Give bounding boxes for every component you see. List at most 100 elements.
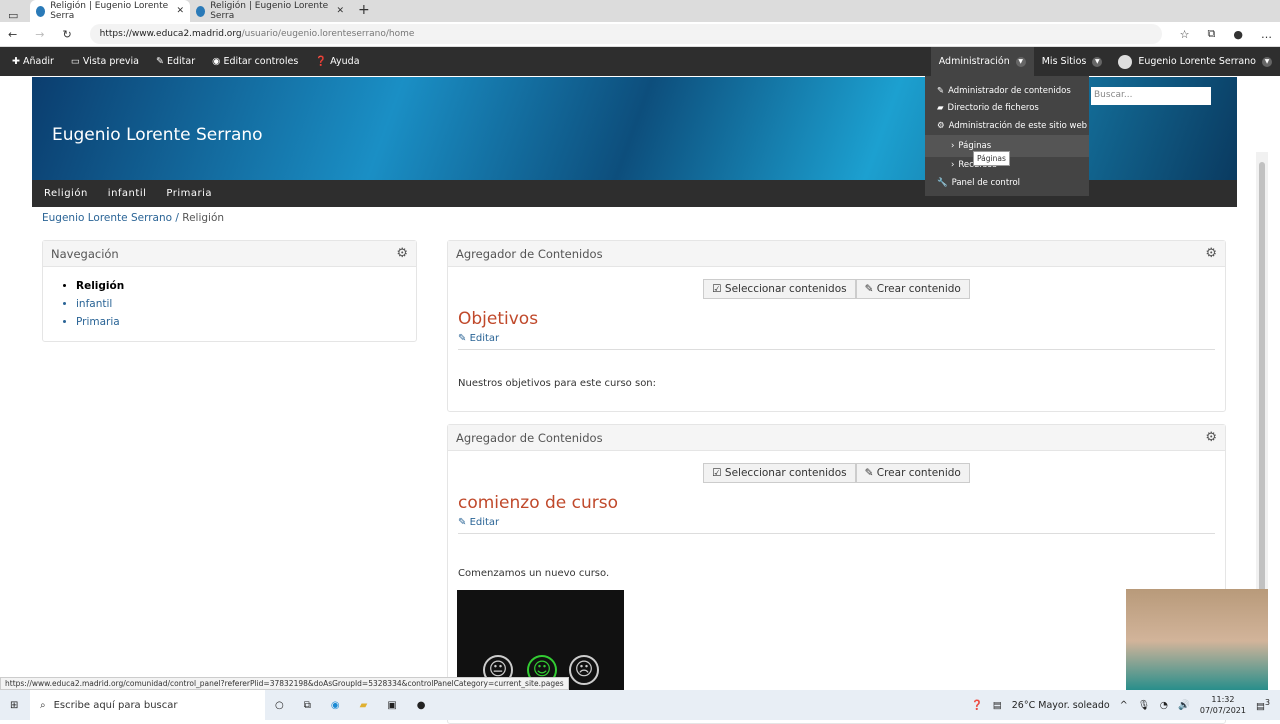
avatar [1118,54,1133,69]
gear-icon[interactable]: ⚙ [396,246,408,261]
menu-label: Páginas [958,140,992,151]
browser-tab[interactable]: Religión | Eugenio Lorente Serra ✕ [190,0,350,22]
select-label: Seleccionar contenidos [724,283,847,295]
nav-item-infantil[interactable]: infantil [108,188,147,199]
tab-bar: ▭ Religión | Eugenio Lorente Serra ✕ Reli… [0,0,1280,22]
tab-title: Religión | Eugenio Lorente Serra [50,1,169,21]
portlet-title: Agregador de Contenidos [456,246,603,261]
weather-text[interactable]: 26°C Mayor. soleado [1012,700,1110,711]
caret-down-icon: ▼ [1262,56,1272,67]
create-label: Crear contenido [876,283,961,295]
notifications-icon[interactable]: ▤3 [1256,698,1270,712]
create-content-button[interactable]: ✎ Crear contenido [855,279,970,299]
new-tab-icon[interactable]: + [350,2,378,22]
url-input[interactable]: https://www.educa2.madrid.org/usuario/eu… [89,24,1162,44]
create-content-button[interactable]: ✎ Crear contenido [855,463,970,483]
tab-actions-icon[interactable]: ▭ [8,9,30,22]
weather-icon[interactable]: ▤ [993,700,1002,711]
url-domain: https://www.educa2.madrid.org [99,29,242,39]
collections-icon[interactable]: ⧉ [1208,27,1216,41]
menu-label: Administración de este sitio web [948,120,1088,131]
add-label: Añadir [22,56,54,67]
taskbar: ⊞ ⌕ Escribe aquí para buscar ○ ⧉ ◉ ▰ ▣ ●… [0,690,1280,720]
close-tab-icon[interactable]: ✕ [176,6,184,16]
administration-menu[interactable]: Administración ▼ [930,47,1034,76]
file-explorer-icon[interactable]: ▰ [360,700,368,711]
app-icon[interactable]: ▣ [387,700,396,711]
search-input[interactable]: Buscar... [1091,87,1211,105]
menu-item-site-admin[interactable]: ⚙ Administración de este sitio web [925,117,1089,135]
navigation-portlet: Navegación ⚙ Religión infantil Primaria [42,240,417,342]
caret-down-icon: ▼ [1015,56,1026,67]
taskbar-search[interactable]: ⌕ Escribe aquí para buscar [30,690,265,720]
administration-label: Administración [938,56,1010,67]
create-label: Crear contenido [876,467,961,479]
scrollbar[interactable] [1256,152,1268,660]
menu-item-file-directory[interactable]: ▰ Directorio de ficheros [925,100,1089,118]
edge-icon[interactable]: ◉ [331,700,340,711]
breadcrumb: Eugenio Lorente Serrano / Religión [42,212,225,224]
edit-controls-label: Editar controles [223,56,299,67]
webcam-overlay [1126,589,1268,693]
gear-icon[interactable]: ⚙ [1205,246,1217,261]
preview-label: Vista previa [82,56,140,67]
breadcrumb-current: Religión [182,212,225,224]
nav-item-religion[interactable]: Religión [44,188,88,199]
gear-icon[interactable]: ⚙ [1205,430,1217,445]
time: 11:32 [1211,695,1235,704]
cortana-icon[interactable]: ○ [275,700,284,711]
microphone-icon[interactable]: 🎙 [1138,700,1150,711]
administration-dropdown: ✎ Administrador de contenidos ▰ Director… [925,76,1089,196]
help-button[interactable]: ❓ Ayuda [315,56,359,67]
nav-link-primaria[interactable]: Primaria [76,313,416,331]
menu-label: Panel de control [951,177,1021,188]
article-title[interactable]: comienzo de curso [458,493,1225,513]
profile-icon[interactable]: ● [1233,28,1243,41]
edit-controls-button[interactable]: ◉ Editar controles [212,56,298,67]
menu-item-control-panel[interactable]: 🔧 Panel de control [925,174,1089,192]
user-menu[interactable]: Eugenio Lorente Serrano ▼ [1110,47,1280,76]
menu-label: Directorio de ficheros [947,103,1039,114]
clock[interactable]: 11:32 07/07/2021 [1200,694,1246,716]
select-content-button[interactable]: ☑ Seleccionar contenidos [703,463,856,483]
add-button[interactable]: ✚ Añadir [12,56,54,67]
article-body: Comenzamos un nuevo curso. [458,568,610,579]
chevron-up-icon[interactable]: ^ [1120,700,1128,711]
select-label: Seleccionar contenidos [724,467,847,479]
content-aggregator-portlet: Agregador de Contenidos ⚙ ☑ Seleccionar c… [447,240,1226,412]
obs-icon[interactable]: ● [417,700,426,711]
preview-button[interactable]: ▭ Vista previa [71,56,139,67]
edit-link[interactable]: ✎ Editar [458,517,1215,534]
menu-item-content-admin[interactable]: ✎ Administrador de contenidos [925,82,1089,100]
breadcrumb-home[interactable]: Eugenio Lorente Serrano [42,212,172,224]
windows-start-icon[interactable]: ⊞ [10,700,18,711]
volume-icon[interactable]: 🔊 [1178,700,1190,711]
favicon-icon [196,5,206,17]
nav-link-infantil[interactable]: infantil [76,295,416,313]
forward-icon[interactable]: → [35,28,44,41]
select-content-button[interactable]: ☑ Seleccionar contenidos [703,279,856,299]
favorites-icon[interactable]: ☆ [1180,28,1190,41]
edit-button[interactable]: ✎ Editar [156,56,195,67]
article-title[interactable]: Objetivos [458,309,1225,329]
edit-link[interactable]: ✎ Editar [458,333,1215,350]
nav-link-religion[interactable]: Religión [76,277,416,295]
close-tab-icon[interactable]: ✕ [336,6,344,16]
edit-label: Editar [167,56,196,67]
site-title[interactable]: Eugenio Lorente Serrano [52,125,263,145]
network-icon[interactable]: ◔ [1160,700,1168,711]
task-view-icon[interactable]: ⧉ [304,700,311,711]
browser-tab[interactable]: Religión | Eugenio Lorente Serra ✕ [30,0,190,22]
tooltip: Páginas [973,151,1010,166]
menu-icon[interactable]: … [1261,28,1272,41]
notification-count: 3 [1264,697,1270,707]
edit-label: Editar [469,517,500,528]
my-sites-menu[interactable]: Mis Sitios ▼ [1034,47,1111,76]
nav-item-primaria[interactable]: Primaria [166,188,212,199]
edit-label: Editar [469,333,500,344]
back-icon[interactable]: ← [8,28,17,41]
reload-icon[interactable]: ↻ [62,28,71,41]
date: 07/07/2021 [1199,706,1246,715]
favicon-icon [36,5,46,17]
help-icon[interactable]: ❓ [971,700,983,711]
